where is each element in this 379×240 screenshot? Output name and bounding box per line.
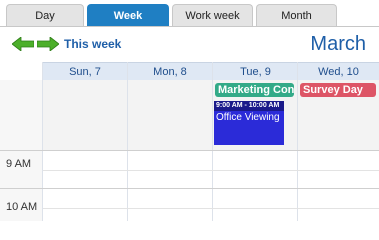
half-hour-line	[43, 208, 379, 209]
month-title: March	[310, 33, 366, 55]
day-header-row: Sun, 7 Mon, 8 Tue, 9 Wed, 10	[43, 62, 379, 80]
event-survey-day[interactable]: Survey Day	[300, 83, 376, 97]
tab-week[interactable]: Week	[87, 4, 169, 26]
day-header-sun[interactable]: Sun, 7	[43, 63, 127, 81]
tab-work-week[interactable]: Work week	[172, 4, 253, 26]
event-time: 9:00 AM - 10:00 AM	[214, 101, 284, 111]
column-divider	[212, 62, 213, 221]
column-divider	[297, 62, 298, 221]
day-header-mon[interactable]: Mon, 8	[127, 63, 213, 81]
event-marketing-con[interactable]: Marketing Con	[215, 83, 294, 97]
day-header-wed[interactable]: Wed, 10	[298, 63, 379, 81]
hour-line	[0, 188, 379, 189]
day-header-tue[interactable]: Tue, 9	[213, 63, 298, 81]
week-grid: Sun, 7 Mon, 8 Tue, 9 Wed, 10 9 AM 10 AM …	[0, 62, 379, 221]
time-label-10am: 10 AM	[6, 201, 38, 213]
all-day-separator	[0, 150, 379, 151]
time-label-9am: 9 AM	[6, 158, 32, 170]
tab-month[interactable]: Month	[256, 4, 337, 26]
event-office-viewing[interactable]: 9:00 AM - 10:00 AM Office Viewing	[214, 101, 284, 145]
tab-divider	[0, 26, 379, 27]
prev-week-arrow-icon[interactable]	[12, 37, 34, 51]
column-divider	[127, 62, 128, 221]
next-week-arrow-icon[interactable]	[37, 37, 59, 51]
half-hour-line	[43, 170, 379, 171]
event-title: Office Viewing	[216, 112, 280, 123]
tab-day[interactable]: Day	[6, 4, 84, 26]
column-divider	[42, 62, 43, 221]
view-tabs: Day Week Work week Month	[0, 0, 379, 27]
this-week-link[interactable]: This week	[64, 36, 121, 52]
